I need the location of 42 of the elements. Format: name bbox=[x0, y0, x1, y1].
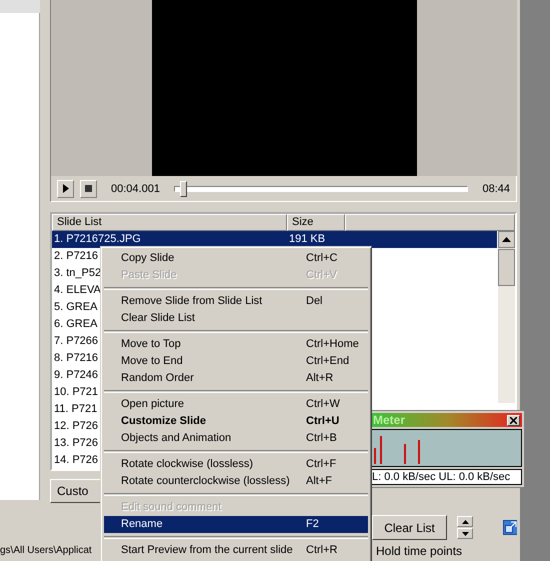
play-button[interactable] bbox=[57, 180, 74, 198]
menu-item[interactable]: Clear Slide List bbox=[104, 310, 368, 327]
panel-header bbox=[0, 0, 40, 13]
menu-item[interactable]: Open picture Ctrl+W bbox=[104, 396, 368, 413]
window-icon[interactable] bbox=[503, 520, 517, 535]
close-button[interactable] bbox=[507, 414, 520, 426]
scrollbar[interactable] bbox=[498, 231, 515, 403]
list-row[interactable]: 1. P7216725.JPG 191 KB bbox=[52, 231, 497, 248]
down-icon bbox=[462, 532, 469, 536]
up-icon bbox=[462, 520, 469, 524]
seek-slider[interactable] bbox=[174, 180, 468, 196]
hold-time-points-label: Hold time points bbox=[376, 544, 462, 558]
traffic-spikes-drawing bbox=[374, 436, 420, 464]
stop-icon bbox=[85, 185, 92, 192]
column-header[interactable]: Slide List bbox=[52, 214, 287, 231]
menu-item[interactable]: Copy Slide Ctrl+C bbox=[104, 250, 368, 267]
clear-list-button[interactable]: Clear List bbox=[372, 515, 448, 540]
slide-name: 4. ELEVA bbox=[54, 284, 101, 296]
duration: 08:44 bbox=[482, 182, 510, 194]
slide-name: 10. P721 bbox=[54, 386, 98, 398]
slide-size: 191 KB bbox=[289, 232, 326, 247]
meter-title: Meter bbox=[373, 413, 406, 428]
move-up-button[interactable] bbox=[457, 516, 474, 527]
menu-item[interactable]: Move to Top Ctrl+Home bbox=[104, 336, 368, 353]
speed-readout: L: 0.0 kB/sec UL: 0.0 kB/sec bbox=[371, 469, 522, 485]
menu-item[interactable]: Move to End Ctrl+End bbox=[104, 353, 368, 370]
menu-item[interactable]: Random Order Alt+R bbox=[104, 370, 368, 387]
menu-item[interactable]: Objects and Animation Ctrl+B bbox=[104, 430, 368, 447]
slide-name: 1. P7216725.JPG bbox=[54, 233, 141, 245]
move-down-button[interactable] bbox=[457, 528, 474, 539]
slider-thumb[interactable] bbox=[180, 180, 187, 196]
stop-button[interactable] bbox=[80, 180, 97, 198]
close-icon bbox=[510, 416, 517, 424]
menu-item[interactable]: Remove Slide from Slide List Del bbox=[104, 293, 368, 310]
current-time: 00:04.001 bbox=[111, 182, 160, 194]
folder-path: gs\All Users\Applicat bbox=[0, 545, 93, 556]
menu-item[interactable]: Customize Slide Ctrl+U bbox=[104, 413, 368, 430]
menu-item[interactable]: Rotate clockwise (lossless) Ctrl+F bbox=[104, 456, 368, 473]
play-icon bbox=[62, 184, 68, 193]
menu-item[interactable]: Start Preview from the current slide Ctrl+R bbox=[104, 542, 368, 559]
menu-item[interactable]: Rename F2 bbox=[104, 516, 368, 533]
column-header[interactable]: Size bbox=[287, 214, 345, 231]
